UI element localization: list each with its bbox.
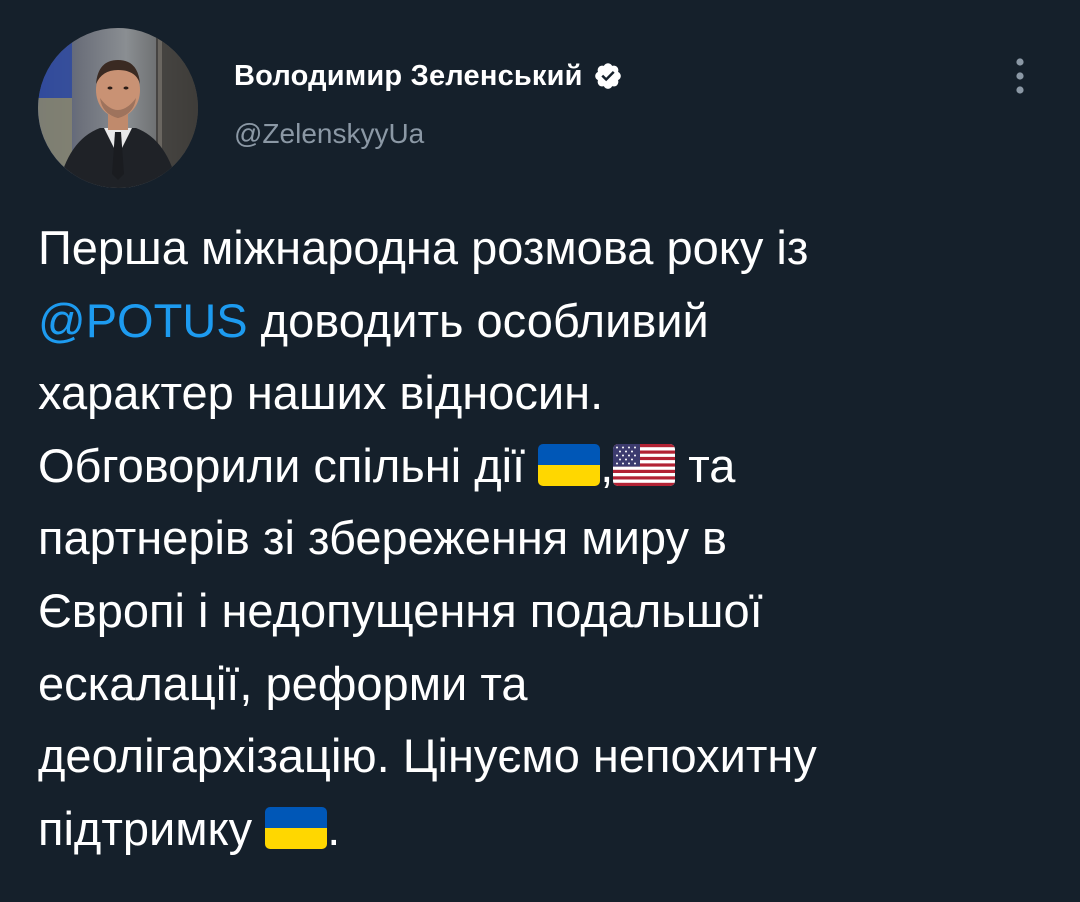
tweet-line: @POTUS доводить особливий: [38, 285, 1048, 358]
tweet-text-segment: ескалації, реформи та: [38, 656, 528, 710]
tweet-text: Перша міжнародна розмова року із @POTUS …: [38, 212, 1048, 865]
tweet-text-segment: характер наших відносин.: [38, 366, 604, 420]
tweet-text-segment: Європі і недопущення подальшої: [38, 583, 763, 637]
tweet-text-segment: партнерів зі збереження миру в: [38, 511, 727, 565]
tweet-text-segment: підтримку: [38, 801, 266, 855]
avatar[interactable]: [38, 28, 198, 188]
tweet-text-segment: .: [327, 801, 341, 855]
tweet-text-segment: ,: [600, 438, 614, 492]
flag-ukraine-icon: [538, 443, 601, 486]
tweet-text-segment: доводить особливий: [247, 293, 709, 347]
flag-usa-icon: [613, 443, 676, 486]
author-display-name[interactable]: Володимир Зеленський: [234, 60, 583, 93]
tweet-line: партнерів зі збереження миру в: [38, 502, 1048, 575]
tweet-text-segment: деолігархізацію. Цінуємо непохитну: [38, 729, 817, 783]
tweet-text-segment: Обговорили спільні дії: [38, 438, 539, 492]
tweet-card: Володимир Зеленський @ZelenskyyUa Перша …: [0, 0, 1080, 902]
tweet-line: підтримку .: [38, 793, 1048, 866]
author-handle[interactable]: @ZelenskyyUa: [234, 118, 424, 150]
author-name-row[interactable]: Володимир Зеленський: [234, 56, 623, 96]
avatar-image: [38, 28, 198, 188]
tweet-text-segment: та: [675, 438, 736, 492]
flag-ukraine-icon: [265, 806, 328, 849]
tweet-line: деолігархізацію. Цінуємо непохитну: [38, 720, 1048, 793]
tweet-line: ескалації, реформи та: [38, 648, 1048, 721]
mention-link[interactable]: @POTUS: [38, 294, 248, 347]
tweet-line: Обговорили спільні дії , та: [38, 430, 1048, 503]
tweet-line: характер наших відносин.: [38, 357, 1048, 430]
verified-badge-icon: [593, 61, 623, 91]
tweet-line: Перша міжнародна розмова року із: [38, 212, 1048, 285]
more-vertical-icon[interactable]: [1006, 54, 1034, 98]
tweet-line: Європі і недопущення подальшої: [38, 575, 1048, 648]
tweet-text-segment: Перша міжнародна розмова року із: [38, 221, 809, 274]
